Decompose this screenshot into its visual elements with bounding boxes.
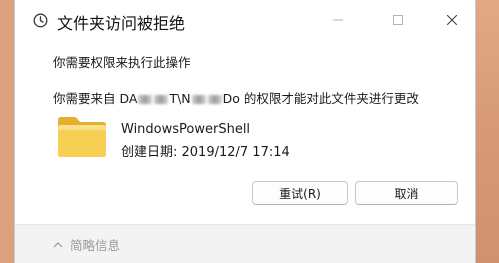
cancel-button[interactable]: 取消 bbox=[355, 181, 458, 205]
dialog-footer: 简略信息 bbox=[15, 224, 475, 263]
details-toggle-label: 简略信息 bbox=[70, 237, 121, 253]
retry-button[interactable]: 重试(R) bbox=[252, 181, 348, 205]
redacted-text bbox=[154, 95, 169, 104]
desktop-wallpaper bbox=[475, 0, 499, 263]
redacted-text bbox=[138, 95, 153, 104]
close-icon bbox=[447, 15, 457, 25]
shield-clock-icon bbox=[33, 13, 48, 28]
title-bar[interactable]: 文件夹访问被拒绝 bbox=[15, 0, 475, 40]
redacted-text bbox=[191, 95, 206, 104]
folder-created-date: 创建日期: 2019/12/7 17:14 bbox=[121, 145, 290, 160]
permission-detail-mid: T\N bbox=[169, 91, 191, 106]
minimize-button[interactable] bbox=[315, 0, 361, 40]
permission-message: 你需要权限来执行此操作 bbox=[53, 55, 191, 70]
permission-detail-prefix: 你需要来自 DA bbox=[53, 91, 138, 106]
minimize-icon bbox=[333, 19, 343, 21]
access-denied-dialog: 文件夹访问被拒绝 你需要权限来执行此操作 你需要来自 DA T\N Do 的权限才能… bbox=[14, 0, 476, 263]
folder-name: WindowsPowerShell bbox=[121, 122, 251, 137]
maximize-button[interactable] bbox=[375, 0, 421, 40]
maximize-icon bbox=[393, 15, 403, 25]
permission-detail: 你需要来自 DA T\N Do 的权限才能对此文件夹进行更改 bbox=[53, 88, 419, 107]
redacted-text bbox=[207, 95, 222, 104]
chevron-up-icon bbox=[53, 241, 63, 247]
close-button[interactable] bbox=[429, 0, 475, 40]
folder-icon bbox=[55, 112, 109, 160]
permission-detail-suffix: Do 的权限才能对此文件夹进行更改 bbox=[222, 91, 419, 106]
details-toggle[interactable]: 简略信息 bbox=[53, 235, 120, 253]
window-title: 文件夹访问被拒绝 bbox=[57, 14, 186, 33]
